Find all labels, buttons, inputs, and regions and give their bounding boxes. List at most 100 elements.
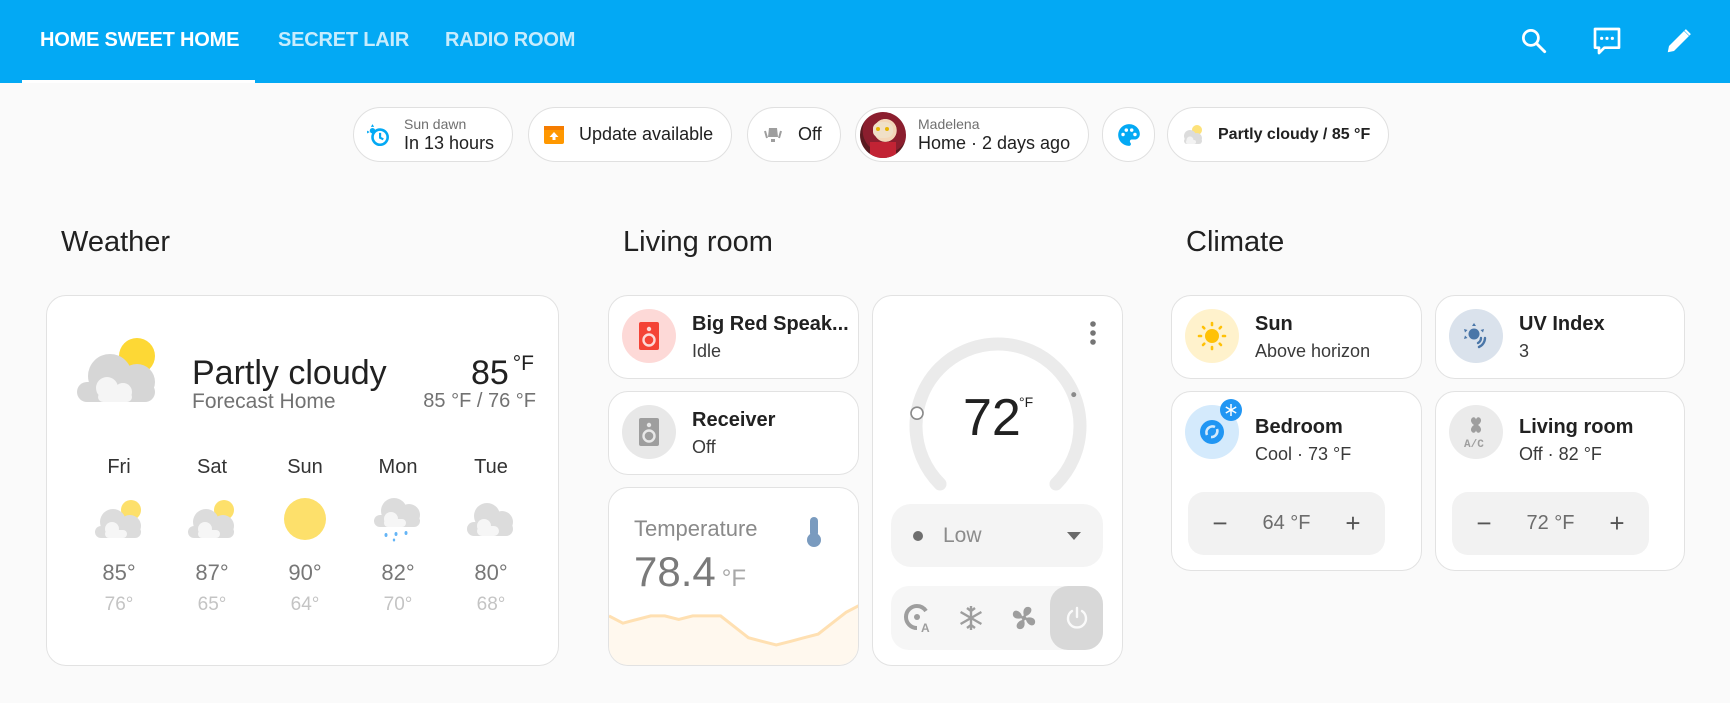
fan-mode-select[interactable]: Low [891, 504, 1103, 567]
temperature-value: 85 [470, 354, 509, 392]
mode-cool-button[interactable] [944, 586, 997, 650]
ceiling-light-icon [760, 122, 786, 148]
target-temperature-value: 64 °F [1262, 512, 1311, 534]
sunny-icon [265, 484, 345, 554]
forecast-day-label: Fri [107, 456, 131, 478]
tile-sun[interactable]: Sun Above horizon [1171, 295, 1422, 379]
forecast-day-label: Sat [196, 456, 228, 478]
badge-value: Partly cloudy / 85 °F [1218, 125, 1371, 143]
rainy-icon [358, 484, 438, 554]
badge-light[interactable]: Off [747, 107, 841, 162]
badge-value: Home · 2 days ago [918, 132, 1071, 153]
badge-sun-dawn[interactable]: Sun dawn In 13 hours [353, 107, 514, 162]
snowflake-icon [959, 606, 982, 630]
tile-name: Big Red Speak... [692, 313, 849, 335]
sun-icon[interactable] [1185, 309, 1239, 363]
svg-text:A: A [921, 621, 930, 633]
edit-dashboard-button[interactable] [1658, 20, 1700, 62]
sensor-card-temperature[interactable]: Temperature 78.4 °F [608, 487, 859, 666]
decrease-temperature-button[interactable]: − [1472, 508, 1496, 539]
active-tab-indicator [22, 80, 255, 83]
tile-uv-index[interactable]: UV Index 3 [1435, 295, 1685, 379]
tile-state: Idle [692, 341, 722, 361]
forecast-day-label: Tue [474, 456, 508, 478]
tile-receiver[interactable]: Receiver Off [608, 391, 859, 475]
forecast-high: 80° [474, 560, 508, 585]
badge-update[interactable]: Update available [528, 107, 733, 162]
weather-condition: Partly cloudy [192, 354, 387, 392]
fan-mode-value: Low [943, 523, 982, 547]
badge-value: Update available [579, 124, 714, 144]
cooling-badge [1220, 399, 1242, 421]
decrease-temperature-button[interactable]: − [1208, 508, 1232, 539]
tab-secret-lair[interactable]: SECRET LAIR [278, 0, 409, 83]
forecast-high: 85° [102, 560, 136, 585]
forecast-day-label: Sun [287, 456, 323, 478]
badge-theme[interactable] [1102, 107, 1155, 162]
snowflake-icon [1225, 404, 1237, 416]
tab-home-sweet-home[interactable]: HOME SWEET HOME [40, 0, 239, 83]
forecast-high: 87° [195, 560, 229, 585]
search-button[interactable] [1513, 20, 1555, 62]
forecast-day: Fri 85° 76° [79, 456, 159, 616]
forecast-low: 64° [290, 594, 320, 615]
badge-label: Sun dawn [404, 115, 467, 132]
increase-temperature-button[interactable]: + [1605, 508, 1629, 539]
section-title-weather: Weather [61, 226, 171, 258]
increase-temperature-button[interactable]: + [1341, 508, 1365, 539]
tile-bedroom-climate[interactable]: Bedroom Cool · 73 °F − 64 °F + [1171, 391, 1422, 571]
target-temperature: 72 [963, 389, 1021, 447]
mode-fan-button[interactable] [997, 586, 1050, 650]
forecast-high: 82° [381, 560, 415, 585]
mode-auto-button[interactable]: A [891, 586, 944, 650]
weather-forecast-card[interactable]: Partly cloudy Forecast Home 85 °F 85 °F /… [46, 295, 559, 666]
assist-icon [1593, 27, 1621, 55]
forecast-day: Sun 90° 64° [265, 456, 345, 616]
speaker-icon[interactable] [622, 405, 676, 459]
partly-cloudy-icon [1180, 122, 1206, 148]
mode-off-button[interactable] [1050, 586, 1103, 650]
forecast-day: Tue 80° 68° [451, 456, 531, 616]
sun-clock-icon [366, 122, 392, 148]
target-temperature-stepper: − 72 °F + [1452, 492, 1649, 555]
fan-icon [1012, 606, 1035, 630]
thermometer-icon [805, 516, 823, 553]
air-conditioner-icon[interactable]: A/C [1449, 405, 1503, 459]
target-temperature-value: 72 °F [1526, 512, 1575, 534]
partly-cloudy-icon [172, 484, 252, 554]
tile-name: Living room [1519, 416, 1634, 438]
assist-button[interactable] [1586, 20, 1628, 62]
speaker-icon[interactable] [622, 309, 676, 363]
section-title-climate: Climate [1186, 226, 1285, 258]
auto-mode-icon: A [903, 604, 930, 633]
tile-state: Above horizon [1255, 341, 1371, 361]
tab-radio-room[interactable]: RADIO ROOM [445, 0, 575, 83]
cloudy-icon [451, 484, 531, 554]
target-temperature-handle[interactable] [910, 406, 924, 420]
thermostat-card[interactable]: 72 °F Low A [872, 295, 1123, 666]
badge-person-madelena[interactable]: Madelena Home · 2 days ago [855, 107, 1090, 162]
partly-cloudy-icon [77, 336, 159, 411]
package-up-icon [541, 122, 567, 148]
tile-state: Off [692, 437, 716, 457]
hvac-mode-selector: A [891, 586, 1103, 650]
tile-state: Off · 82 °F [1519, 444, 1602, 464]
fan-mode-icon [913, 530, 923, 541]
badge-weather[interactable]: Partly cloudy / 85 °F [1167, 107, 1390, 162]
weather-high-low: 85 °F / 76 °F [423, 390, 536, 412]
tile-big-red-speaker[interactable]: Big Red Speak... Idle [608, 295, 859, 379]
tile-living-room-climate[interactable]: A/C Living room Off · 82 °F − 72 °F + [1435, 391, 1685, 571]
tile-state: Cool · 73 °F [1255, 444, 1352, 464]
target-temperature-stepper: − 64 °F + [1188, 492, 1385, 555]
sun-wireless-icon[interactable] [1449, 309, 1503, 363]
edit-icon [1667, 29, 1691, 53]
forecast-high: 90° [288, 560, 322, 585]
dropdown-arrow-icon [1067, 531, 1081, 540]
partly-cloudy-icon [79, 484, 159, 554]
history-area [609, 606, 858, 665]
forecast-day-label: Mon [378, 456, 418, 478]
target-temperature-unit: °F [1019, 394, 1034, 410]
tile-name: Sun [1255, 313, 1293, 335]
badge-value: Off [798, 124, 822, 144]
sensor-name: Temperature [634, 516, 758, 541]
